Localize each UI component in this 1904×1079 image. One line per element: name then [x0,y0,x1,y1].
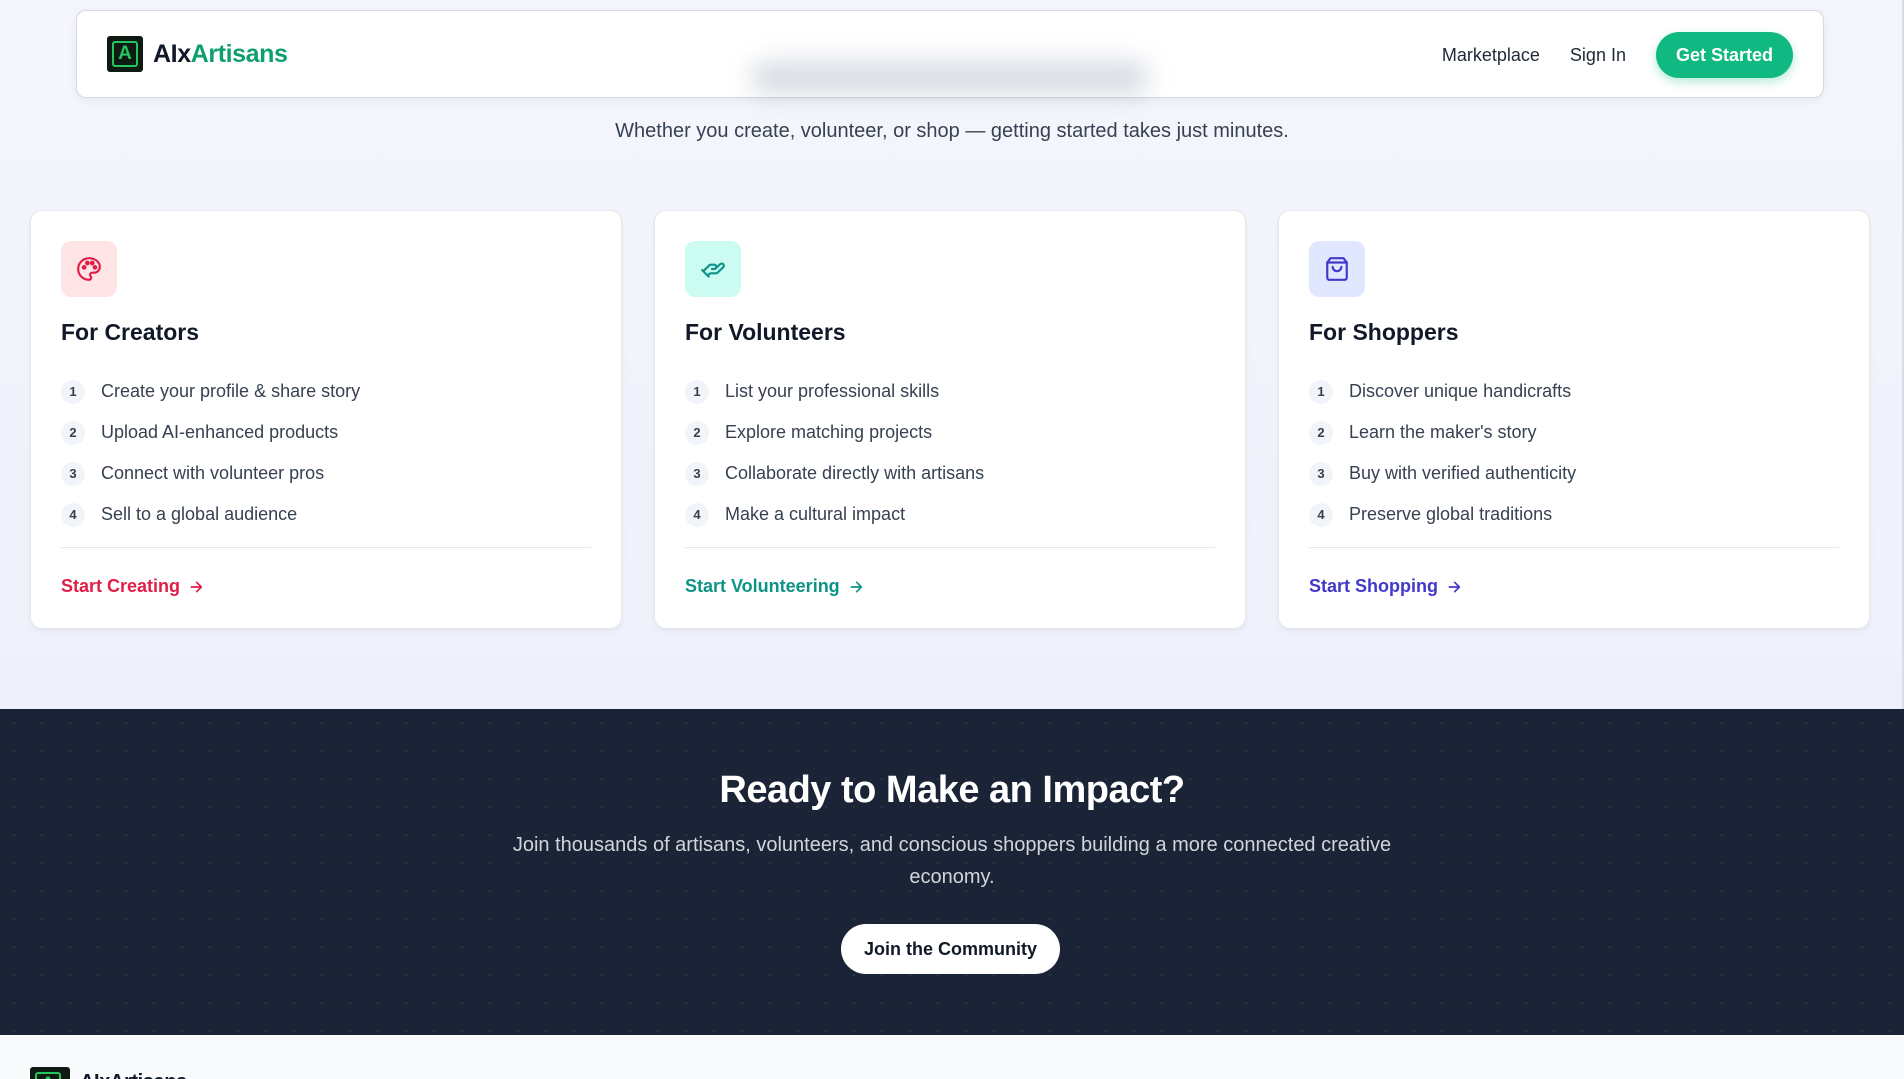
start-shopping-label: Start Shopping [1309,576,1438,596]
brand-logo[interactable]: A AIxArtisans [107,36,288,72]
list-item: 3 Buy with verified authenticity [1309,453,1576,494]
list-item: 3 Collaborate directly with artisans [685,453,984,494]
list-item: 1 Discover unique handicrafts [1309,371,1576,412]
logo-icon: A [107,36,143,72]
card-divider [685,547,1215,548]
list-item: 4 Make a cultural impact [685,494,984,535]
volunteers-steps-list: 1 List your professional skills 2 Explore … [685,371,984,535]
step-number: 2 [61,420,85,445]
obscured-section-heading [750,60,1150,96]
step-text: Upload AI-enhanced products [101,422,339,442]
shoppers-steps-list: 1 Discover unique handicrafts 2 Learn the … [1309,371,1576,535]
step-number: 3 [685,461,709,486]
list-item: 2 Upload AI-enhanced products [61,412,360,453]
step-text: Buy with verified authenticity [1349,463,1577,483]
volunteers-card: For Volunteers 1 List your professional s… [654,210,1246,629]
impact-cta-section: Ready to Make an Impact? Join thousands … [0,709,1904,1035]
start-creating-label: Start Creating [61,576,181,596]
cta-description: Join thousands of artisans, volunteers, … [512,834,1392,888]
palette-icon [61,241,117,297]
start-volunteering-label: Start Volunteering [685,576,840,596]
step-text: List your professional skills [725,381,940,401]
step-number: 4 [61,502,85,527]
arrow-right-icon [848,579,864,595]
step-number: 4 [685,502,709,527]
list-item: 4 Preserve global traditions [1309,494,1576,535]
step-number: 3 [61,461,85,486]
step-text: Create your profile & share story [101,381,361,401]
start-volunteering-link[interactable]: Start Volunteering [685,576,864,597]
cta-heading: Ready to Make an Impact? [719,769,1185,811]
step-text: Make a cultural impact [725,504,906,524]
list-item: 1 Create your profile & share story [61,371,360,412]
arrow-right-icon [1446,579,1462,595]
arrow-right-icon [188,579,204,595]
nav-link-sign-in[interactable]: Sign In [1570,45,1626,66]
footer-brand-logo[interactable]: A AIxArtisans [30,1067,187,1079]
list-item: 1 List your professional skills [685,371,984,412]
step-number: 4 [1309,502,1333,527]
step-number: 1 [685,379,709,404]
footer-brand-name: AIxArtisans [80,1071,187,1079]
step-text: Connect with volunteer pros [101,463,325,483]
step-number: 1 [61,379,85,404]
step-number: 1 [1309,379,1333,404]
creators-card: For Creators 1 Create your profile & shar… [30,210,622,629]
nav-link-marketplace[interactable]: Marketplace [1442,45,1540,66]
section-subtitle: Whether you create, volunteer, or shop —… [615,120,1289,142]
step-text: Collaborate directly with artisans [725,463,985,483]
list-item: 3 Connect with volunteer pros [61,453,360,494]
step-number: 2 [1309,420,1333,445]
step-number: 2 [685,420,709,445]
shopping-bag-icon [1309,241,1365,297]
join-community-button[interactable]: Join the Community [841,924,1060,974]
card-divider [1309,547,1839,548]
get-started-button[interactable]: Get Started [1655,32,1793,78]
step-number: 3 [1309,461,1333,486]
card-divider [61,547,591,548]
step-text: Explore matching projects [725,422,933,442]
helping-hand-icon [685,241,741,297]
list-item: 2 Explore matching projects [685,412,984,453]
step-text: Discover unique handicrafts [1349,381,1572,401]
creators-card-title: For Creators [61,319,200,345]
list-item: 4 Sell to a global audience [61,494,360,535]
step-text: Preserve global traditions [1349,504,1553,524]
volunteers-card-title: For Volunteers [685,319,846,345]
shoppers-card: For Shoppers 1 Discover unique handicraft… [1278,210,1870,629]
shoppers-card-title: For Shoppers [1309,319,1459,345]
footer: A AIxArtisans [0,1035,1904,1079]
step-text: Sell to a global audience [101,504,298,524]
start-creating-link[interactable]: Start Creating [61,576,204,597]
logo-icon: A [30,1067,70,1079]
creators-steps-list: 1 Create your profile & share story 2 Uplo… [61,371,360,535]
brand-name: AIxArtisans [153,39,288,68]
start-shopping-link[interactable]: Start Shopping [1309,576,1462,597]
header-nav: Marketplace Sign In Get Started [1442,32,1793,78]
list-item: 2 Learn the maker's story [1309,412,1576,453]
step-text: Learn the maker's story [1349,422,1537,442]
